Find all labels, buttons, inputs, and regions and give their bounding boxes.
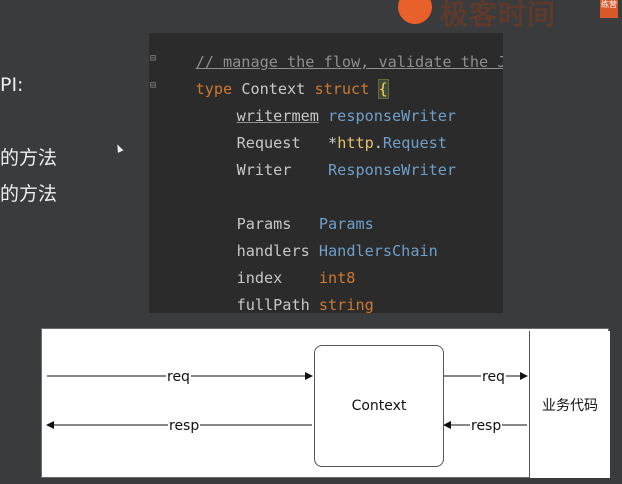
brand-watermark: 极客时间 练营 xyxy=(392,0,622,31)
brand-logo-icon xyxy=(398,0,432,24)
business-code-box: 业务代码 xyxy=(529,331,610,478)
code-field-type: ResponseWriter xyxy=(328,161,457,179)
brand-text: 极客时间 xyxy=(440,0,557,31)
code-field-row: writermem responseWriter xyxy=(200,89,456,125)
req-label-left: req xyxy=(166,369,191,385)
context-box: Context xyxy=(314,345,444,467)
code-editor: ⊟// manage the flow, validate the JS ⊟ ty… xyxy=(149,33,503,313)
code-field-row: handlers HandlersChain xyxy=(200,224,438,260)
code-field-row: fullPath string xyxy=(200,278,374,313)
code-field-row: Params Params xyxy=(200,197,374,233)
fold-marker-icon: ⊟ xyxy=(150,80,157,91)
resp-label-left: resp xyxy=(168,418,201,434)
code-field-type: string xyxy=(318,296,374,313)
code-field-row: index int8 xyxy=(200,251,356,287)
mouse-cursor-icon xyxy=(114,143,124,153)
slide-api-text: PI: xyxy=(0,74,24,96)
code-line-type-decl: ⊟ type Context struct { xyxy=(149,62,389,99)
code-field-row: Request *http.Request xyxy=(236,134,447,152)
slide-method-line-2: 的方法 xyxy=(0,183,58,205)
code-field-name: fullPath xyxy=(236,296,310,313)
slide-method-line-1: 的方法 xyxy=(0,147,58,169)
req-label-right: req xyxy=(481,369,506,385)
code-line-comment: ⊟// manage the flow, validate the JS xyxy=(149,35,503,71)
code-field-name: Writer xyxy=(236,161,292,179)
flow-diagram: req resp req resp Context 业务代码 xyxy=(41,328,610,478)
brand-badge: 练营 xyxy=(600,0,618,18)
code-field-row: Writer ResponseWriter xyxy=(200,143,456,179)
resp-label-right: resp xyxy=(470,418,503,434)
